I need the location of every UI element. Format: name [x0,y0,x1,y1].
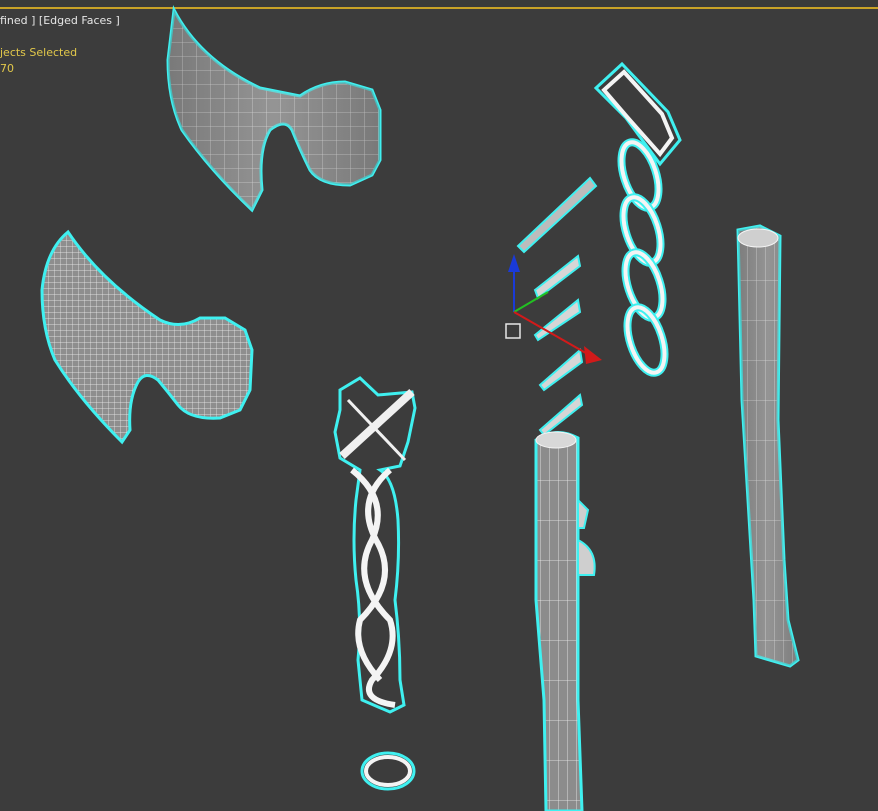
transform-gizmo[interactable] [505,254,602,364]
axe-head-lowpoly[interactable] [166,5,382,213]
wrap-segments[interactable] [516,176,598,437]
scene-canvas[interactable] [0,0,878,811]
axe-head-highpoly[interactable] [40,229,254,445]
gizmo-z-arrow [508,254,520,272]
ring-small[interactable] [360,751,416,791]
chain-links[interactable] [593,61,682,377]
handle-knot-twist[interactable] [333,376,417,714]
perspective-viewport[interactable]: fined ] [Edged Faces ] jects Selected 70 [0,0,878,811]
handle-shaft-back[interactable] [736,224,800,668]
gizmo-x-arrow [584,346,602,364]
handle-shaft-front[interactable] [534,431,596,811]
pivot-box-icon [505,323,521,339]
